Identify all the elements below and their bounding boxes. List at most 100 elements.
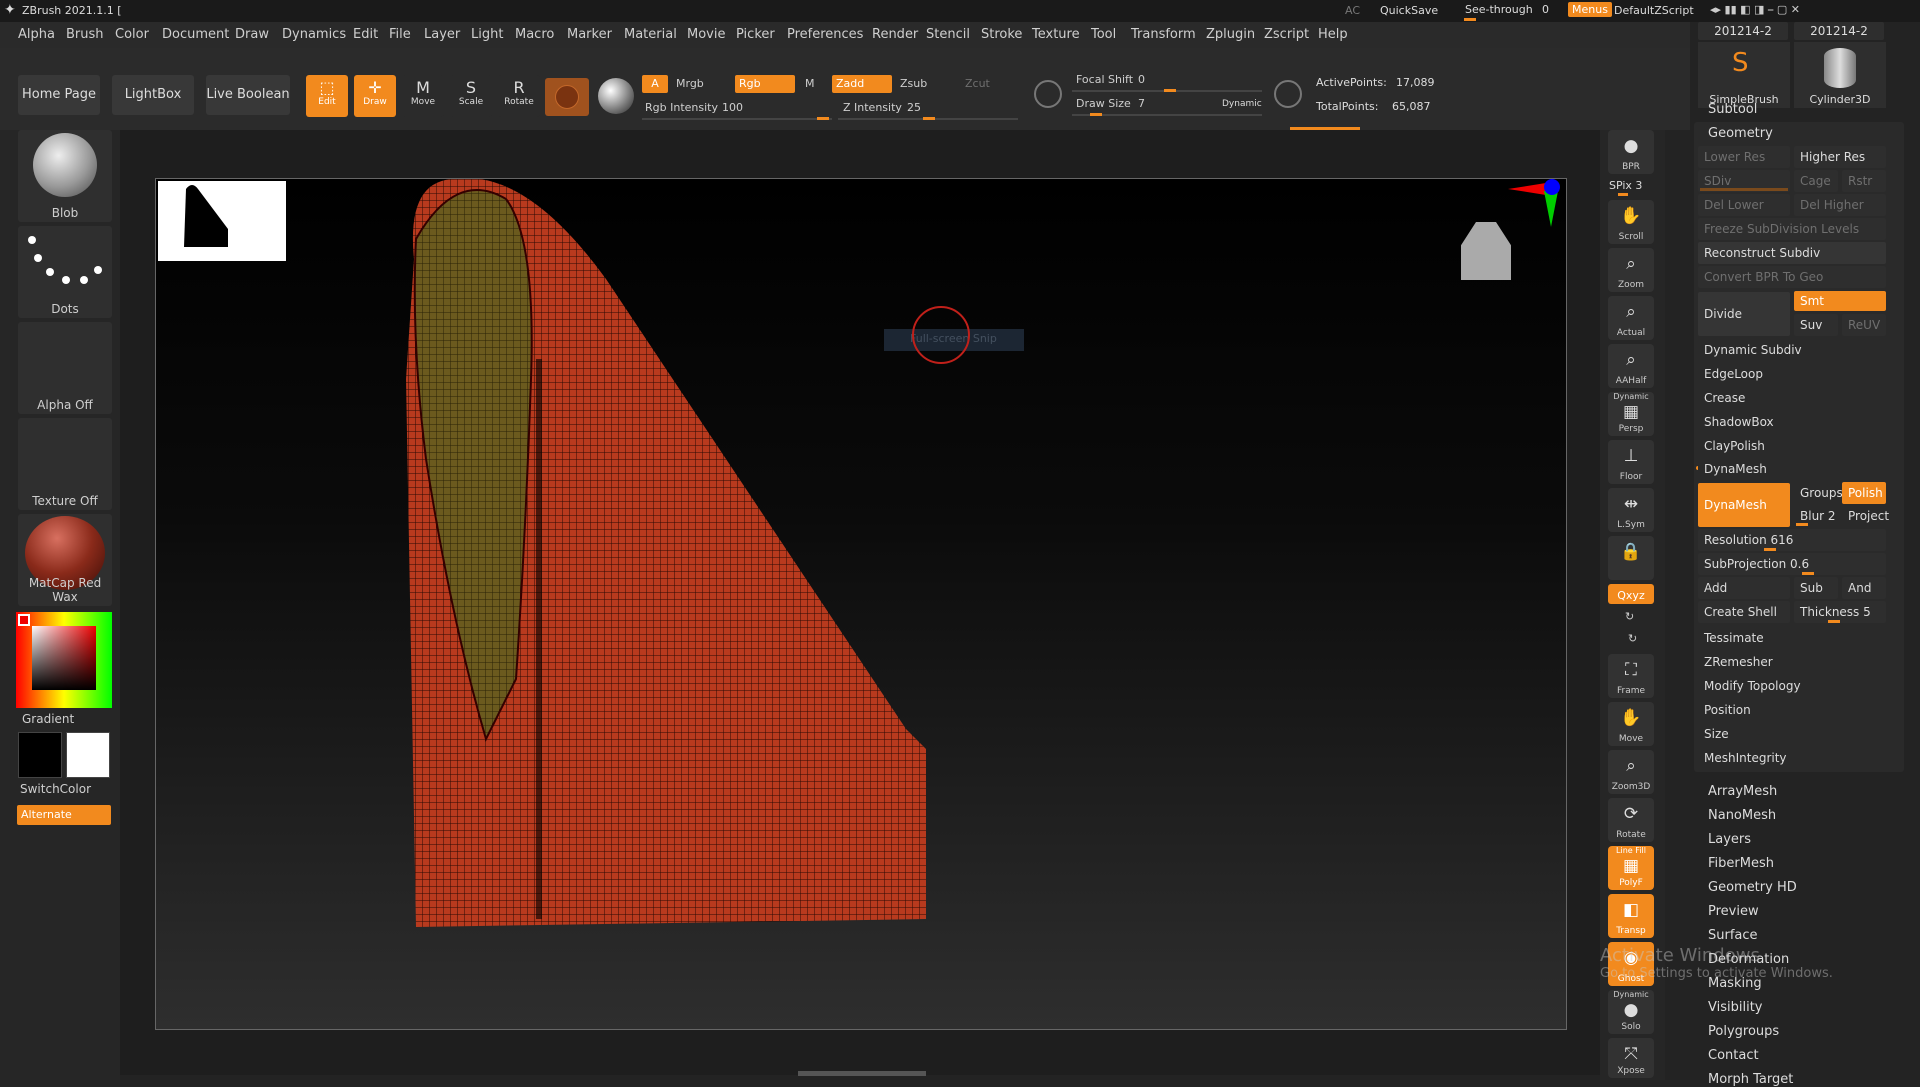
menu-edit[interactable]: Edit: [353, 27, 378, 42]
sub-button[interactable]: Sub: [1794, 577, 1838, 599]
reuv-toggle[interactable]: ReUV: [1842, 314, 1886, 336]
tool-tab-1[interactable]: 201214-2: [1698, 22, 1788, 40]
xyz-button[interactable]: Qxyz: [1608, 584, 1654, 604]
menu-macro[interactable]: Macro: [515, 27, 554, 42]
bpr-button[interactable]: ● BPR: [1608, 130, 1654, 174]
preview-item[interactable]: Preview: [1708, 904, 1759, 919]
polygroups-item[interactable]: Polygroups: [1708, 1024, 1779, 1039]
spix-slider[interactable]: SPix 3: [1608, 178, 1654, 196]
zcut-button[interactable]: Zcut: [965, 77, 990, 90]
menu-stencil[interactable]: Stencil: [926, 27, 970, 42]
lightbox-button[interactable]: LightBox: [112, 75, 194, 115]
bottom-scroll-handle[interactable]: [798, 1071, 926, 1076]
modify-topology-item[interactable]: Modify Topology: [1698, 675, 1898, 697]
smt-toggle[interactable]: Smt: [1794, 291, 1886, 311]
menu-help[interactable]: Help: [1318, 27, 1348, 42]
dynamesh-button[interactable]: DynaMesh: [1698, 483, 1790, 527]
shadowbox-item[interactable]: ShadowBox: [1698, 411, 1898, 433]
gradient-label[interactable]: Gradient: [22, 712, 74, 726]
home-page-button[interactable]: Home Page: [18, 75, 100, 115]
seethrough-slider[interactable]: See-through 0: [1460, 0, 1560, 22]
zsub-button[interactable]: Zsub: [900, 77, 927, 90]
nanomesh-item[interactable]: NanoMesh: [1708, 808, 1776, 823]
menu-marker[interactable]: Marker: [567, 27, 612, 42]
window-controls-icon[interactable]: ◂▸ ▮▮ ◧ ◨ ⎯ ▢ ✕: [1710, 3, 1800, 17]
scroll-button[interactable]: ✋ Scroll: [1608, 200, 1654, 244]
draw-button[interactable]: ✛ Draw: [354, 75, 396, 117]
alpha-selector[interactable]: Alpha Off: [18, 322, 112, 414]
meshintegrity-item[interactable]: MeshIntegrity: [1698, 747, 1898, 769]
texture-selector[interactable]: Texture Off: [18, 418, 112, 510]
menu-movie[interactable]: Movie: [687, 27, 725, 42]
ac-label[interactable]: AC: [1345, 4, 1360, 17]
draw-size-slider[interactable]: Draw Size 7 Dynamic: [1072, 94, 1262, 116]
switchcolor-button[interactable]: SwitchColor: [20, 782, 91, 796]
actual-button[interactable]: ⌕ Actual: [1608, 296, 1654, 340]
black-swatch[interactable]: [18, 732, 62, 778]
frame-button[interactable]: ⛶ Frame: [1608, 654, 1654, 698]
menu-brush[interactable]: Brush: [66, 27, 104, 42]
polyf-button[interactable]: Line Fill ▦ PolyF: [1608, 846, 1654, 890]
rgb-button[interactable]: Rgb: [735, 75, 795, 93]
geometry-header[interactable]: Geometry: [1708, 126, 1773, 141]
rstr-button[interactable]: Rstr: [1842, 170, 1886, 192]
sphere-brush-icon[interactable]: [598, 78, 634, 114]
convert-bpr-button[interactable]: Convert BPR To Geo: [1698, 266, 1886, 288]
cage-button[interactable]: Cage: [1794, 170, 1838, 192]
menu-color[interactable]: Color: [115, 27, 149, 42]
thickness-slider[interactable]: Thickness 5: [1794, 601, 1886, 623]
layers-item[interactable]: Layers: [1708, 832, 1751, 847]
arraymesh-item[interactable]: ArrayMesh: [1708, 784, 1777, 799]
move-view-button[interactable]: ✋ Move: [1608, 702, 1654, 746]
size-item[interactable]: Size: [1698, 723, 1898, 745]
menu-material[interactable]: Material: [624, 27, 677, 42]
color-picker[interactable]: [16, 612, 112, 708]
menu-picker[interactable]: Picker: [736, 27, 775, 42]
claypolish-item[interactable]: ClayPolish: [1698, 435, 1898, 457]
add-button[interactable]: Add: [1698, 577, 1790, 599]
groups-toggle[interactable]: Groups: [1794, 482, 1843, 504]
del-lower-button[interactable]: Del Lower: [1698, 194, 1790, 216]
persp-button[interactable]: Dynamic ▦ Persp: [1608, 392, 1654, 436]
move-button[interactable]: M Move: [402, 75, 444, 117]
surface-item[interactable]: Surface: [1708, 928, 1758, 943]
focal-shift-slider[interactable]: Focal Shift 0: [1072, 70, 1262, 92]
zoom-button[interactable]: ⌕ Zoom: [1608, 248, 1654, 292]
crease-item[interactable]: Crease: [1698, 387, 1898, 409]
lower-res-button[interactable]: Lower Res: [1698, 146, 1790, 168]
menu-render[interactable]: Render: [872, 27, 918, 42]
polish-toggle[interactable]: Polish: [1842, 482, 1886, 504]
menu-alpha[interactable]: Alpha: [18, 27, 55, 42]
visibility-item[interactable]: Visibility: [1708, 1000, 1762, 1015]
a-button[interactable]: A: [642, 75, 668, 93]
zoom3d-button[interactable]: ⌕ Zoom3D: [1608, 750, 1654, 794]
position-item[interactable]: Position: [1698, 699, 1898, 721]
rgb-intensity-slider[interactable]: Rgb Intensity 100: [642, 98, 832, 120]
lock-button[interactable]: 🔒: [1608, 536, 1654, 580]
menu-texture[interactable]: Texture: [1032, 27, 1080, 42]
solo-button[interactable]: Dynamic ● Solo: [1608, 990, 1654, 1034]
and-button[interactable]: And: [1842, 577, 1886, 599]
white-swatch[interactable]: [66, 732, 110, 778]
del-higher-button[interactable]: Del Higher: [1794, 194, 1886, 216]
menu-document[interactable]: Document: [162, 27, 229, 42]
m-button[interactable]: M: [805, 77, 815, 90]
create-shell-button[interactable]: Create Shell: [1698, 601, 1790, 623]
primary-color-swatch[interactable]: [18, 614, 30, 626]
zadd-button[interactable]: Zadd: [832, 75, 892, 93]
alternate-button[interactable]: Alternate: [17, 805, 111, 825]
script-label[interactable]: DefaultZScript: [1614, 4, 1694, 17]
menu-light[interactable]: Light: [471, 27, 503, 42]
contact-item[interactable]: Contact: [1708, 1048, 1759, 1063]
dynamic-label[interactable]: Dynamic: [1222, 99, 1262, 109]
floor-button[interactable]: ⊥ Floor: [1608, 440, 1654, 484]
dynamesh-header[interactable]: DynaMesh: [1698, 458, 1898, 480]
geometry-hd-item[interactable]: Geometry HD: [1708, 880, 1797, 895]
edgeloop-item[interactable]: EdgeLoop: [1698, 363, 1898, 385]
document-canvas[interactable]: Full-screen Snip: [155, 178, 1567, 1030]
menus-button[interactable]: Menus: [1568, 2, 1612, 17]
draw-size-icon[interactable]: [1274, 80, 1302, 108]
aahalf-button[interactable]: ⌕ AAHalf: [1608, 344, 1654, 388]
menu-zscript[interactable]: Zscript: [1264, 27, 1309, 42]
scale-button[interactable]: S Scale: [450, 75, 492, 117]
